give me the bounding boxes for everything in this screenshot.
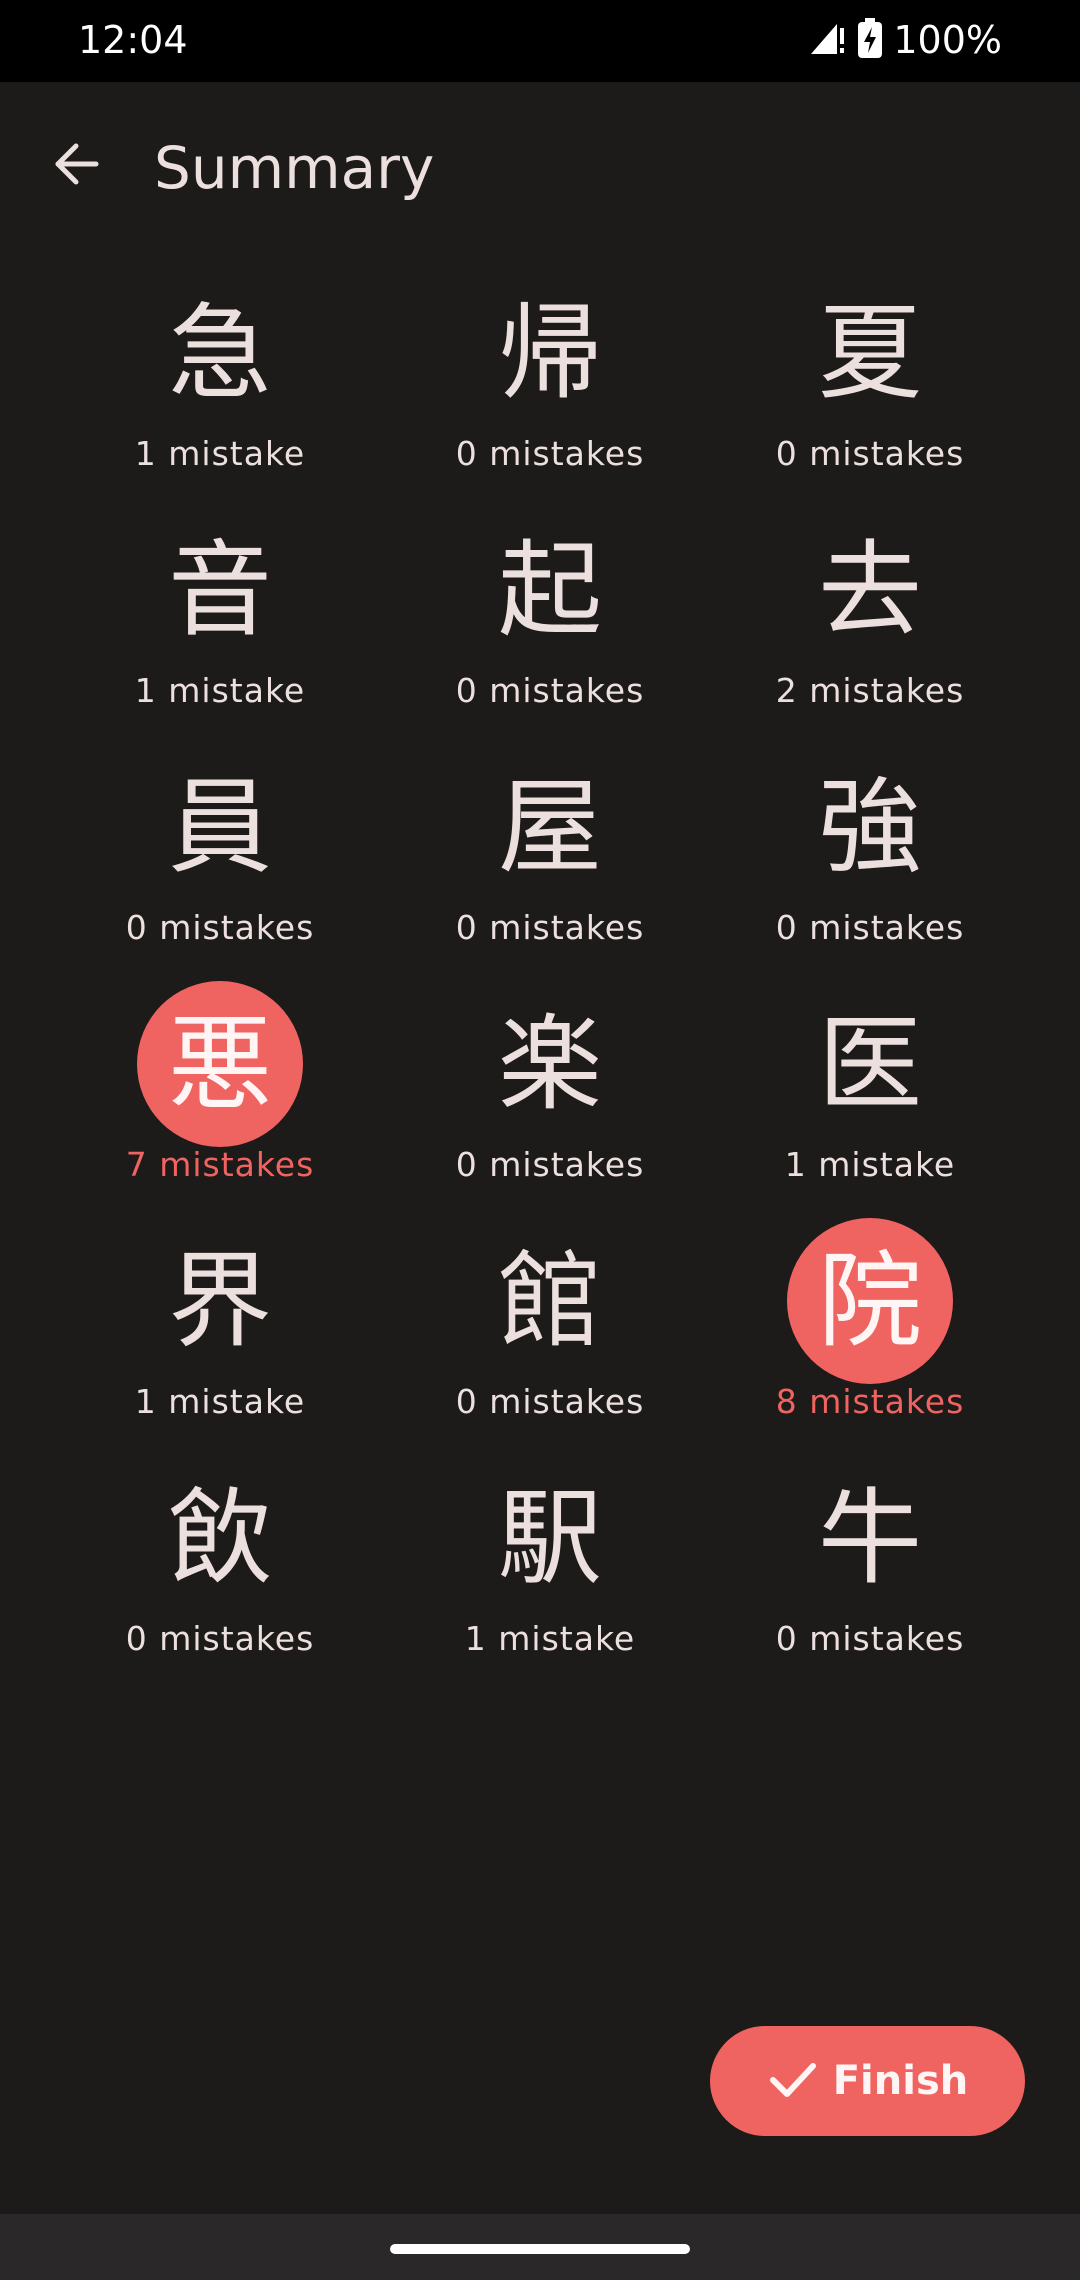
kanji-character: 牛 — [817, 1477, 922, 1599]
kanji-item[interactable]: 院 8 mistakes — [700, 1210, 1040, 1447]
kanji-character: 員 — [167, 766, 272, 888]
mistake-count: 0 mistakes — [455, 671, 645, 710]
kanji-item[interactable]: 音 1 mistake — [50, 499, 390, 736]
kanji-item[interactable]: 帰 0 mistakes — [380, 262, 720, 499]
mistake-count: 0 mistakes — [455, 1382, 645, 1421]
mistake-count: 0 mistakes — [455, 908, 645, 947]
kanji-item[interactable]: 強 0 mistakes — [700, 736, 1040, 973]
kanji-character: 強 — [817, 766, 922, 888]
status-icons: 100% — [807, 16, 1002, 64]
back-button[interactable] — [36, 126, 116, 206]
kanji-item[interactable]: 界 1 mistake — [50, 1210, 390, 1447]
check-icon — [767, 2053, 819, 2109]
mistake-count: 1 mistake — [134, 434, 306, 473]
kanji-glyph-wrap: 起 — [467, 507, 633, 673]
kanji-character: 楽 — [497, 1003, 602, 1125]
mistake-count: 2 mistakes — [775, 671, 965, 710]
kanji-character: 駅 — [497, 1477, 602, 1599]
mistake-count: 0 mistakes — [775, 1619, 965, 1658]
kanji-character: 院 — [817, 1240, 922, 1362]
kanji-glyph-wrap: 帰 — [467, 270, 633, 436]
mistake-count: 0 mistakes — [125, 1619, 315, 1658]
battery-charging-icon — [857, 17, 883, 63]
kanji-character: 悪 — [167, 1003, 272, 1125]
kanji-item[interactable]: 夏 0 mistakes — [700, 262, 1040, 499]
kanji-glyph-wrap: 館 — [467, 1218, 633, 1384]
mistake-count: 1 mistake — [134, 671, 306, 710]
kanji-glyph-wrap: 屋 — [467, 744, 633, 910]
kanji-item[interactable]: 駅 1 mistake — [380, 1447, 720, 1684]
kanji-glyph-wrap: 楽 — [467, 981, 633, 1147]
finish-label: Finish — [832, 2058, 969, 2104]
kanji-item[interactable]: 急 1 mistake — [50, 262, 390, 499]
home-gesture-handle[interactable] — [390, 2244, 690, 2254]
kanji-character: 屋 — [497, 766, 602, 888]
kanji-character: 夏 — [817, 292, 922, 414]
kanji-item[interactable]: 医 1 mistake — [700, 973, 1040, 1210]
kanji-glyph-wrap: 界 — [137, 1218, 303, 1384]
status-bar: 12:04 100% — [0, 0, 1080, 82]
signal-alert-icon — [807, 18, 847, 62]
kanji-glyph-wrap: 急 — [137, 270, 303, 436]
arrow-back-icon — [50, 138, 102, 194]
mistake-count: 1 mistake — [784, 1145, 956, 1184]
system-nav-bar — [0, 2214, 1080, 2280]
mistake-count: 0 mistakes — [775, 434, 965, 473]
kanji-glyph-wrap: 音 — [137, 507, 303, 673]
kanji-character: 急 — [167, 292, 272, 414]
kanji-glyph-wrap: 強 — [787, 744, 953, 910]
kanji-glyph-wrap: 医 — [787, 981, 953, 1147]
kanji-character: 館 — [497, 1240, 602, 1362]
kanji-item[interactable]: 悪 7 mistakes — [50, 973, 390, 1210]
kanji-item[interactable]: 楽 0 mistakes — [380, 973, 720, 1210]
mistake-count: 0 mistakes — [775, 908, 965, 947]
kanji-highlight-badge: 院 — [787, 1218, 953, 1384]
kanji-item[interactable]: 屋 0 mistakes — [380, 736, 720, 973]
kanji-highlight-badge: 悪 — [137, 981, 303, 1147]
mistake-count: 0 mistakes — [455, 434, 645, 473]
kanji-character: 去 — [817, 529, 922, 651]
kanji-glyph-wrap: 去 — [787, 507, 953, 673]
status-time: 12:04 — [78, 18, 188, 62]
kanji-character: 医 — [817, 1003, 922, 1125]
mistake-count: 1 mistake — [134, 1382, 306, 1421]
kanji-item[interactable]: 館 0 mistakes — [380, 1210, 720, 1447]
mistake-count: 8 mistakes — [775, 1382, 965, 1421]
kanji-glyph-wrap: 牛 — [787, 1455, 953, 1621]
battery-percent: 100% — [893, 18, 1002, 62]
app-bar: Summary — [0, 82, 1080, 262]
kanji-item[interactable]: 飲 0 mistakes — [50, 1447, 390, 1684]
kanji-character: 起 — [497, 529, 602, 651]
kanji-character: 界 — [167, 1240, 272, 1362]
kanji-glyph-wrap: 駅 — [467, 1455, 633, 1621]
kanji-item[interactable]: 起 0 mistakes — [380, 499, 720, 736]
kanji-character: 帰 — [497, 292, 602, 414]
kanji-item[interactable]: 牛 0 mistakes — [700, 1447, 1040, 1684]
mistake-count: 0 mistakes — [125, 908, 315, 947]
kanji-item[interactable]: 去 2 mistakes — [700, 499, 1040, 736]
kanji-glyph-wrap: 員 — [137, 744, 303, 910]
page-title: Summary — [154, 134, 435, 202]
mistake-count: 7 mistakes — [125, 1145, 315, 1184]
kanji-character: 音 — [167, 529, 272, 651]
kanji-item[interactable]: 員 0 mistakes — [50, 736, 390, 973]
mistake-count: 1 mistake — [464, 1619, 636, 1658]
finish-button[interactable]: Finish — [710, 2026, 1025, 2136]
kanji-glyph-wrap: 夏 — [787, 270, 953, 436]
kanji-glyph-wrap: 飲 — [137, 1455, 303, 1621]
mistake-count: 0 mistakes — [455, 1145, 645, 1184]
kanji-character: 飲 — [167, 1477, 272, 1599]
